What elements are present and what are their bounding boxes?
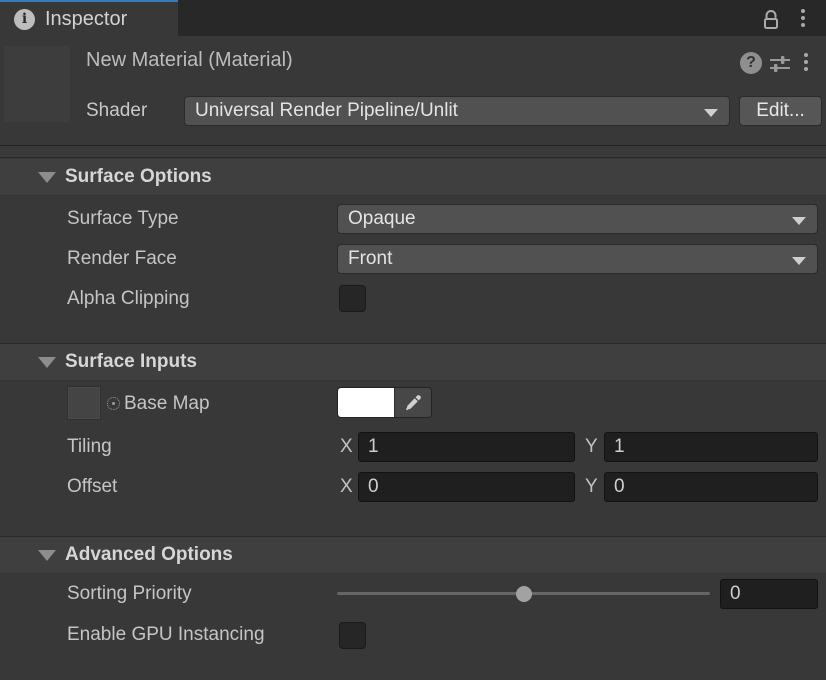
unlock-icon[interactable] (759, 7, 783, 31)
tiling-x-label: X (340, 432, 353, 462)
surface-type-dropdown[interactable]: Opaque (337, 204, 818, 234)
chevron-down-icon (792, 257, 806, 265)
offset-label: Offset (67, 472, 117, 502)
eyedropper-button[interactable] (394, 388, 431, 417)
presets-icon[interactable] (768, 53, 792, 75)
chevron-down-icon (792, 217, 806, 225)
base-map-color-field[interactable] (337, 387, 432, 418)
sorting-priority-label: Sorting Priority (67, 579, 192, 609)
base-map-texture-slot[interactable] (67, 386, 101, 420)
gpu-instancing-checkbox[interactable] (339, 622, 366, 649)
alpha-clipping-checkbox[interactable] (339, 285, 366, 312)
offset-x-label: X (340, 472, 353, 502)
tiling-label: Tiling (67, 432, 112, 462)
help-icon[interactable]: ? (740, 52, 762, 74)
tab-label: Inspector (45, 8, 127, 31)
base-map-label: Base Map (124, 389, 210, 419)
section-title: Advanced Options (65, 544, 233, 566)
offset-y-label: Y (585, 472, 598, 502)
chevron-down-icon (704, 109, 718, 117)
base-map-color-swatch[interactable] (338, 388, 394, 417)
tab-menu-kebab-icon[interactable] (801, 9, 805, 27)
surface-type-label: Surface Type (67, 204, 179, 234)
tab-inspector[interactable]: i Inspector (0, 0, 178, 36)
render-face-label: Render Face (67, 244, 177, 274)
alpha-clipping-label: Alpha Clipping (67, 284, 190, 314)
material-preview-thumbnail[interactable] (4, 46, 70, 122)
sorting-priority-input[interactable]: 0 (720, 579, 818, 609)
shader-label: Shader (86, 100, 147, 122)
tab-bar: i Inspector (0, 0, 826, 36)
header-separator (0, 145, 826, 158)
offset-x-input[interactable]: 0 (358, 472, 575, 502)
shader-dropdown-value: Universal Render Pipeline/Unlit (195, 100, 458, 122)
shader-dropdown[interactable]: Universal Render Pipeline/Unlit (184, 96, 730, 126)
foldout-arrow-icon[interactable] (38, 550, 56, 561)
tiling-x-input[interactable]: 1 (358, 432, 575, 462)
tiling-y-label: Y (585, 432, 598, 462)
section-header-surface-options[interactable]: Surface Options (0, 159, 826, 196)
eyedropper-icon (404, 394, 422, 412)
info-icon: i (14, 9, 35, 30)
section-title: Surface Options (65, 166, 212, 188)
gpu-instancing-label: Enable GPU Instancing (67, 620, 265, 650)
render-face-value: Front (348, 248, 392, 270)
material-title: New Material (Material) (86, 49, 293, 72)
tiling-y-input[interactable]: 1 (604, 432, 818, 462)
foldout-arrow-icon[interactable] (38, 172, 56, 183)
shader-edit-button[interactable]: Edit... (739, 96, 822, 126)
inspector-panel: i Inspector New Material (Material) ? Sh… (0, 0, 826, 680)
offset-y-input[interactable]: 0 (604, 472, 818, 502)
object-picker-icon[interactable] (107, 397, 120, 410)
sorting-priority-slider-knob[interactable] (516, 586, 532, 602)
render-face-dropdown[interactable]: Front (337, 244, 818, 274)
surface-type-value: Opaque (348, 208, 416, 230)
section-title: Surface Inputs (65, 351, 197, 373)
section-header-surface-inputs[interactable]: Surface Inputs (0, 344, 826, 381)
material-menu-kebab-icon[interactable] (804, 53, 808, 71)
foldout-arrow-icon[interactable] (38, 357, 56, 368)
sorting-priority-slider[interactable] (337, 579, 710, 609)
section-header-advanced-options[interactable]: Advanced Options (0, 537, 826, 574)
